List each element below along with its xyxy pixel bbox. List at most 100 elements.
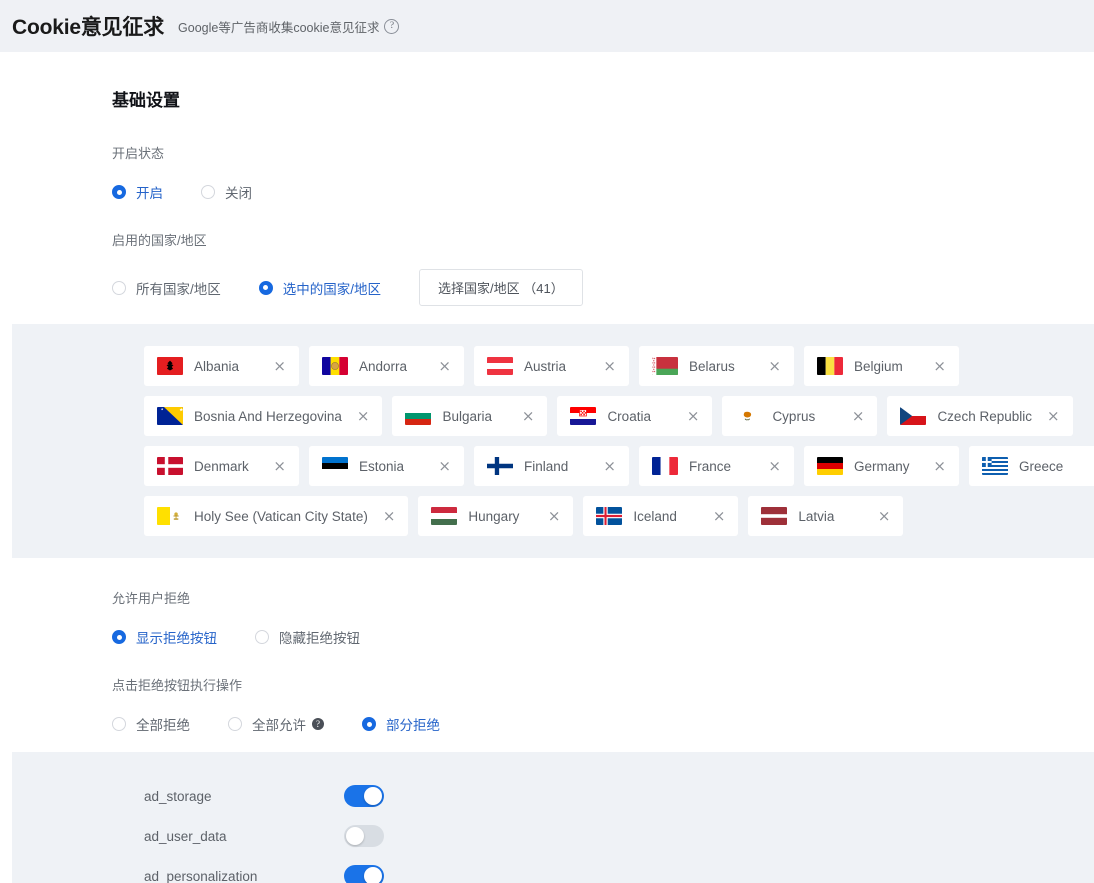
page-subtitle-text: Google等广告商收集cookie意见征求 (178, 20, 380, 35)
country-chip: Austria × (474, 346, 629, 386)
help-circle-icon[interactable]: ? (312, 718, 324, 730)
country-chip-label: Estonia (359, 458, 405, 474)
country-chip-label: Denmark (194, 458, 249, 474)
close-icon[interactable]: × (518, 408, 535, 424)
page-subtitle: Google等广告商收集cookie意见征求 ? (178, 17, 400, 36)
close-icon[interactable]: × (764, 458, 781, 474)
consent-toggle-switch[interactable] (344, 785, 384, 807)
country-chip-label: Hungary (468, 508, 520, 524)
radio-dot-icon (362, 717, 376, 731)
flag-at-icon (487, 357, 513, 375)
country-chip-label: Albania (194, 358, 240, 374)
field-countries: 启用的国家/地区 所有国家/地区 选中的国家/地区 选择国家/地区 （41） (112, 230, 1094, 306)
close-icon[interactable]: × (709, 508, 726, 524)
flag-is-icon (596, 507, 623, 525)
country-chip: Croatia × (557, 396, 713, 436)
country-chip: France × (639, 446, 794, 486)
allow-reject-option-0[interactable]: 显示拒绝按钮 (112, 627, 217, 647)
flag-al-icon (157, 357, 183, 375)
reject-action-option-0[interactable]: 全部拒绝 (112, 714, 190, 734)
flag-dk-icon (157, 457, 183, 475)
consent-toggle-row: ad_user_data (144, 816, 1094, 856)
enable-state-option-label: 开启 (136, 186, 163, 201)
allow-reject-radio-group[interactable]: 显示拒绝按钮 隐藏拒绝按钮 (112, 627, 1094, 647)
close-icon[interactable]: × (434, 458, 451, 474)
country-chip: Germany × (804, 446, 959, 486)
consent-toggle-list: ad_storage ad_user_data ad_personalization… (144, 776, 1094, 883)
close-icon[interactable]: × (544, 508, 561, 524)
reject-action-radio-group[interactable]: 全部拒绝 全部允许? 部分拒绝 (112, 714, 1094, 734)
country-chip: Denmark × (144, 446, 299, 486)
reject-action-option-label: 部分拒绝 (386, 718, 440, 733)
consent-toggle-label: ad_user_data (144, 828, 227, 844)
countries-option-label: 选中的国家/地区 (282, 281, 382, 297)
country-chip-label: France (689, 458, 732, 474)
flag-be-icon (817, 357, 843, 375)
close-icon[interactable]: × (379, 508, 396, 524)
flag-cy-icon (735, 407, 762, 425)
countries-label: 启用的国家/地区 (112, 233, 207, 248)
country-chip: Andorra × (309, 346, 464, 386)
select-countries-button[interactable]: 选择国家/地区 （41） (419, 269, 583, 306)
allow-reject-option-1[interactable]: 隐藏拒绝按钮 (255, 627, 360, 647)
close-icon[interactable]: × (269, 358, 286, 374)
close-icon[interactable]: × (269, 458, 286, 474)
close-icon[interactable]: × (929, 458, 946, 474)
country-chip-label: Finland (524, 458, 569, 474)
radio-dot-icon (112, 185, 126, 199)
close-icon[interactable]: × (848, 408, 865, 424)
consent-toggle-switch[interactable] (344, 825, 384, 847)
close-icon[interactable]: × (599, 358, 616, 374)
flag-lv-icon (761, 507, 788, 525)
allow-reject-option-label: 隐藏拒绝按钮 (279, 631, 360, 646)
close-icon[interactable]: × (874, 508, 891, 524)
settings-form: 基础设置 开启状态 开启 关闭 启用的国家/地区 所有国家/地区 选中的国家/地区 … (12, 52, 1094, 883)
countries-option-label: 所有国家/地区 (136, 281, 221, 297)
flag-gr-icon (982, 457, 1008, 475)
consent-toggle-switch[interactable] (344, 865, 384, 883)
allow-reject-option-label: 显示拒绝按钮 (136, 631, 217, 646)
field-reject-action: 点击拒绝按钮执行操作 全部拒绝 全部允许? 部分拒绝 (112, 675, 1094, 734)
consent-toggle-row: ad_storage (144, 776, 1094, 816)
flag-cz-icon (900, 407, 927, 425)
radio-dot-icon (112, 717, 126, 731)
radio-dot-icon (228, 717, 242, 731)
question-mark-circle-icon[interactable]: ? (384, 18, 400, 34)
country-chip: Greece× (969, 446, 1094, 486)
radio-dot-icon (112, 630, 126, 644)
page-header: Cookie意见征求 Google等广告商收集cookie意见征求 ? (0, 0, 1094, 52)
enable-state-radio-group[interactable]: 开启 关闭 (112, 182, 1094, 202)
close-icon[interactable]: × (434, 358, 451, 374)
radio-dot-icon (112, 280, 126, 295)
enable-state-option-0[interactable]: 开启 (112, 182, 163, 202)
close-icon[interactable]: × (353, 408, 370, 424)
consent-toggle-label: ad_personalization (144, 868, 258, 883)
radio-dot-icon (255, 630, 269, 644)
country-chip: Holy See (Vatican City State) × (144, 496, 409, 536)
country-chip-label: Greece (1019, 458, 1064, 474)
reject-action-option-label: 全部拒绝 (136, 718, 190, 733)
reject-action-option-1[interactable]: 全部允许? (228, 714, 324, 734)
flag-ad-icon (322, 357, 348, 375)
close-icon[interactable]: × (599, 458, 616, 474)
close-icon[interactable]: × (1043, 408, 1060, 424)
close-icon[interactable]: × (683, 408, 700, 424)
close-icon[interactable]: × (929, 358, 946, 374)
flag-hu-icon (431, 507, 458, 525)
countries-option-0[interactable]: 所有国家/地区 (112, 278, 221, 298)
country-chip-label: Andorra (359, 358, 408, 374)
reject-action-option-2[interactable]: 部分拒绝 (362, 714, 440, 734)
enable-state-option-1[interactable]: 关闭 (201, 182, 252, 202)
flag-fr-icon (652, 457, 678, 475)
countries-option-1[interactable]: 选中的国家/地区 (258, 278, 382, 298)
field-allow-reject: 允许用户拒绝 显示拒绝按钮 隐藏拒绝按钮 (112, 588, 1094, 647)
countries-radio-row: 所有国家/地区 选中的国家/地区 选择国家/地区 （41） (112, 269, 1094, 306)
flag-by-icon (652, 357, 678, 375)
country-chip-label: Austria (524, 358, 567, 374)
close-icon[interactable]: × (764, 358, 781, 374)
country-chip-label: Belarus (689, 358, 735, 374)
allow-reject-label: 允许用户拒绝 (112, 591, 191, 606)
reject-action-label: 点击拒绝按钮执行操作 (112, 678, 243, 693)
countries-radio-group[interactable]: 所有国家/地区 选中的国家/地区 (112, 278, 419, 298)
country-chip: Bosnia And Herzegovina × (144, 396, 383, 436)
